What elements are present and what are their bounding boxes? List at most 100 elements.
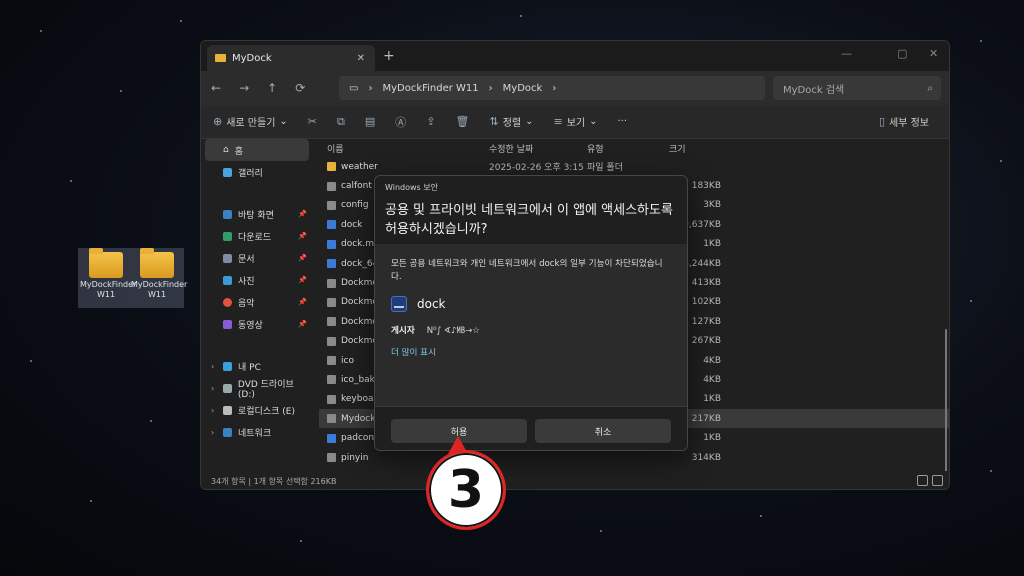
tiles-view-icon[interactable] <box>932 475 943 486</box>
nav-label: 음악 <box>238 298 255 309</box>
publisher-line: 게시자 N⁰∫ ∢♪㎆→☆ <box>391 324 671 336</box>
nav-item-downloads[interactable]: 다운로드 📌 <box>201 225 313 247</box>
sort-label: 정렬 <box>502 118 522 129</box>
more-button[interactable]: ··· <box>618 116 628 127</box>
refresh-icon[interactable]: ⟳ <box>295 81 305 95</box>
close-window-icon[interactable]: ✕ <box>929 47 938 60</box>
cut-button[interactable]: ✂ <box>308 115 317 128</box>
delete-button[interactable]: 🗑 <box>456 115 470 128</box>
title-bar: MyDock ✕ + — ▢ ✕ <box>201 41 949 71</box>
breadcrumb-item[interactable]: MyDockFinder W11 <box>382 83 478 94</box>
file-icon <box>327 394 336 404</box>
search-input[interactable]: MyDock 검색 ⌕ <box>773 76 941 100</box>
share-button[interactable]: ⇪ <box>426 115 435 128</box>
nav-item-videos[interactable]: 동영상 📌 <box>201 313 313 335</box>
show-more-link[interactable]: 더 많이 표시 <box>391 346 671 358</box>
column-header-type[interactable]: 유형 <box>587 142 669 155</box>
pin-icon: 📌 <box>298 320 307 328</box>
file-name: pinyin <box>341 452 369 463</box>
maximize-icon[interactable]: ▢ <box>897 47 907 60</box>
details-button[interactable]: ▯ 세부 정보 <box>879 114 929 129</box>
nav-item-music[interactable]: 음악 📌 <box>201 291 313 313</box>
view-button[interactable]: ≡ 보기 ⌄ <box>553 114 597 129</box>
new-button[interactable]: ⊕ 새로 만들기 ⌄ <box>213 114 288 129</box>
nav-label: 네트워크 <box>238 428 272 439</box>
column-header-date[interactable]: 수정한 날짜 <box>489 142 587 155</box>
chevron-right-icon: › <box>552 82 557 94</box>
dock-app-icon <box>391 296 407 312</box>
paste-button[interactable]: ▤ <box>365 115 375 128</box>
file-icon <box>327 356 336 366</box>
publisher-label: 게시자 <box>391 326 415 336</box>
nav-item-documents[interactable]: 문서 📌 <box>201 247 313 269</box>
file-name: weather <box>341 161 378 172</box>
step-badge: 3 <box>426 450 506 530</box>
nav-item-home[interactable]: ⌂ 홈 <box>205 139 309 161</box>
file-name: dock <box>341 219 363 230</box>
command-bar: ⊕ 새로 만들기 ⌄ ✂ ⧉ ▤ Ⓐ ⇪ 🗑 ⇅ 정렬 ⌄ ≡ 보기 ⌄ ··· ▯ 세부 정… <box>201 105 949 139</box>
dialog-title: 공용 및 프라이빗 네트워크에서 이 앱에 액세스하도록 허용하시겠습니까? <box>385 203 673 237</box>
chevron-right-icon: › <box>211 383 215 393</box>
file-row[interactable]: weather 2025-02-26 오후 3:15 파일 폴더 <box>319 157 949 176</box>
gallery-icon <box>223 167 232 177</box>
nav-item-pictures[interactable]: 사진 📌 <box>201 269 313 291</box>
back-icon[interactable]: ← <box>211 81 221 95</box>
dialog-footer: 허용 취소 <box>375 406 687 450</box>
nav-label: 홈 <box>234 146 243 157</box>
pin-icon: 📌 <box>298 232 307 240</box>
nav-item-gallery[interactable]: 갤러리 <box>201 161 313 183</box>
network-icon <box>223 427 232 437</box>
nav-label: 바탕 화면 <box>238 210 274 221</box>
chevron-down-icon: ⌄ <box>589 116 598 127</box>
chevron-down-icon: ⌄ <box>525 116 534 127</box>
chevron-right-icon: › <box>368 82 373 94</box>
pin-icon: 📌 <box>298 298 307 306</box>
desktop-icon-label: MyDockFinder W11 <box>80 280 137 299</box>
details-pane-icon: ▯ <box>878 115 886 128</box>
file-icon <box>327 239 336 249</box>
sort-button[interactable]: ⇅ 정렬 ⌄ <box>489 114 533 129</box>
file-icon <box>327 317 336 327</box>
column-header-name[interactable]: 이름 <box>319 142 489 155</box>
address-bar[interactable]: ▭ › MyDockFinder W11 › MyDock › <box>339 76 765 100</box>
up-icon[interactable]: ↑ <box>267 81 277 95</box>
details-view-icon[interactable] <box>917 475 928 486</box>
chevron-right-icon: › <box>488 82 493 94</box>
nav-item-local-disk[interactable]: › 로컬디스크 (E) <box>201 399 313 421</box>
rename-button[interactable]: Ⓐ <box>395 114 406 130</box>
file-name: calfont <box>341 181 372 192</box>
forward-icon[interactable]: → <box>239 81 249 95</box>
cancel-button[interactable]: 취소 <box>535 419 671 443</box>
nav-label: 로컬디스크 (E) <box>238 406 295 417</box>
scrollbar[interactable] <box>945 329 947 479</box>
new-tab-icon[interactable]: + <box>383 48 395 64</box>
computer-icon <box>223 361 232 371</box>
nav-item-this-pc[interactable]: › 내 PC <box>201 355 313 377</box>
minimize-icon[interactable]: — <box>841 47 852 60</box>
nav-label: 문서 <box>238 254 255 265</box>
desktop-icon-mydockfinder-2[interactable]: MyDockFinder W11 <box>131 248 187 300</box>
column-header-size[interactable]: 크기 <box>669 142 721 155</box>
close-tab-icon[interactable]: ✕ <box>357 53 365 64</box>
copy-button[interactable]: ⧉ <box>337 115 345 129</box>
desktop-icon-mydockfinder-1[interactable]: MyDockFinder W11 <box>80 248 136 300</box>
details-label: 세부 정보 <box>889 118 929 129</box>
nav-item-network[interactable]: › 네트워크 <box>201 421 313 443</box>
view-label: 보기 <box>566 118 586 129</box>
nav-item-desktop[interactable]: 바탕 화면 📌 <box>201 203 313 225</box>
file-name: dock_64 <box>341 258 379 269</box>
nav-label: 사진 <box>238 276 255 287</box>
desktop-icon <box>223 209 232 219</box>
file-icon <box>327 220 336 230</box>
breadcrumb-item[interactable]: MyDock <box>503 83 543 94</box>
home-icon: ⌂ <box>223 145 229 155</box>
download-icon <box>223 231 232 241</box>
nav-item-dvd[interactable]: › DVD 드라이브 (D:) <box>201 377 313 400</box>
trash-icon: 🗑 <box>455 115 470 128</box>
plus-circle-icon: ⊕ <box>213 115 223 128</box>
file-name: Mydock <box>341 413 376 424</box>
chevron-right-icon: › <box>211 361 215 371</box>
file-type: 파일 폴더 <box>587 163 623 174</box>
tab-mydock[interactable]: MyDock ✕ <box>207 45 375 71</box>
windows-security-dialog: Windows 보안 공용 및 프라이빗 네트워크에서 이 앱에 액세스하도록 … <box>374 175 688 451</box>
